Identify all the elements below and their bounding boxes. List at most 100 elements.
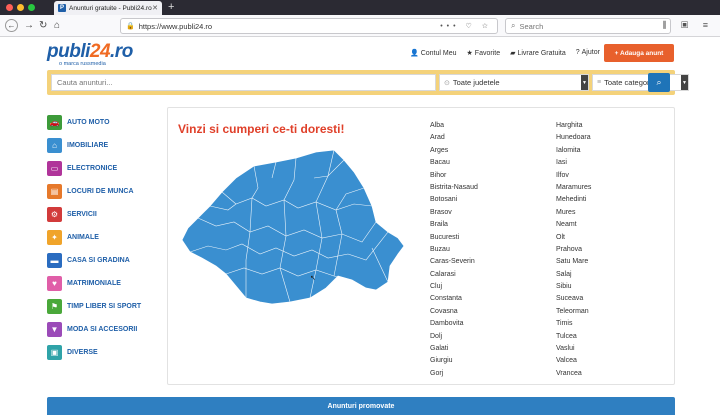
county-link[interactable]: Timis: [556, 318, 591, 330]
favicon-icon: P: [58, 4, 66, 12]
category-auto-moto[interactable]: 🚗 Auto Moto: [47, 111, 162, 134]
category-electronice[interactable]: ▭ Electronice: [47, 157, 162, 180]
home-button[interactable]: ⌂: [54, 20, 60, 32]
page-actions-icon[interactable]: ••• ♡ ☆: [440, 22, 492, 30]
truck-icon: ▰: [510, 50, 516, 57]
house-icon: ⌂: [47, 138, 62, 153]
shirt-icon: ▼: [47, 322, 62, 337]
ad-search-input[interactable]: [51, 74, 436, 91]
maximize-window-button[interactable]: [28, 4, 35, 11]
category-servicii[interactable]: ⚙ Servicii: [47, 203, 162, 226]
monitor-icon: ▭: [47, 161, 62, 176]
category-casa-si-gradina[interactable]: ▬ Casa si gradina: [47, 249, 162, 272]
county-link[interactable]: Hunedoara: [556, 132, 591, 144]
county-link[interactable]: Suceava: [556, 293, 591, 305]
county-link[interactable]: Gorj: [430, 368, 478, 380]
close-window-button[interactable]: [6, 4, 13, 11]
browser-tab-bar: P Anunturi gratuite - Publi24.ro ✕ +: [0, 0, 720, 15]
county-link[interactable]: Tulcea: [556, 331, 591, 343]
header-link-help[interactable]: ? Ajutor: [576, 49, 600, 57]
county-link[interactable]: Olt: [556, 232, 591, 244]
county-link[interactable]: Iasi: [556, 157, 591, 169]
box-icon: ▣: [47, 345, 62, 360]
county-link[interactable]: Braila: [430, 219, 478, 231]
category-matrimoniale[interactable]: ♥ Matrimoniale: [47, 272, 162, 295]
romania-map[interactable]: ↖: [176, 148, 411, 308]
county-list-right: Harghita Hunedoara Ialomita Iasi Ilfov M…: [556, 120, 591, 380]
county-link[interactable]: Bucuresti: [430, 232, 478, 244]
browser-search-bar[interactable]: ⌕: [505, 18, 671, 34]
county-link[interactable]: Prahova: [556, 244, 591, 256]
chevron-down-icon: ▼: [681, 75, 688, 90]
county-link[interactable]: Botosani: [430, 194, 478, 206]
county-link[interactable]: Maramures: [556, 182, 591, 194]
county-link[interactable]: Valcea: [556, 355, 591, 367]
category-moda[interactable]: ▼ Moda si accesorii: [47, 318, 162, 341]
category-animale[interactable]: ✦ Animale: [47, 226, 162, 249]
browser-search-input[interactable]: [519, 21, 660, 31]
site-logo[interactable]: publi24.ro o marca russmedia: [47, 42, 133, 68]
category-imobiliare[interactable]: ⌂ Imobiliare: [47, 134, 162, 157]
county-link[interactable]: Arges: [430, 145, 478, 157]
county-link[interactable]: Arad: [430, 132, 478, 144]
county-link[interactable]: Sibiu: [556, 281, 591, 293]
location-icon: ⊙: [444, 79, 450, 87]
category-select[interactable]: ≡ Toate categoriile ▼: [592, 74, 689, 91]
county-link[interactable]: Cluj: [430, 281, 478, 293]
romania-map-shape[interactable]: [181, 149, 405, 305]
county-link[interactable]: Alba: [430, 120, 478, 132]
county-select[interactable]: ⊙ Toate judetele ▼: [439, 74, 589, 91]
county-link[interactable]: Mures: [556, 207, 591, 219]
category-timp-liber[interactable]: ⚑ Timp liber si sport: [47, 295, 162, 318]
county-link[interactable]: Dolj: [430, 331, 478, 343]
header-link-delivery[interactable]: ▰ Livrare Gratuita: [510, 49, 566, 57]
county-link[interactable]: Ialomita: [556, 145, 591, 157]
county-link[interactable]: Buzau: [430, 244, 478, 256]
county-link[interactable]: Giurgiu: [430, 355, 478, 367]
category-diverse[interactable]: ▣ Diverse: [47, 341, 162, 364]
county-link[interactable]: Dambovita: [430, 318, 478, 330]
county-link[interactable]: Covasna: [430, 306, 478, 318]
toolbar-icons[interactable]: ⫼ ▣ ≡: [662, 20, 714, 31]
minimize-window-button[interactable]: [17, 4, 24, 11]
county-link[interactable]: Vrancea: [556, 368, 591, 380]
promoted-ads-bar[interactable]: Anunturi promovate: [47, 397, 675, 415]
add-ad-button[interactable]: + Adauga anunt: [604, 44, 674, 62]
page-headline: Vinzi si cumperi ce-ti doresti!: [178, 122, 345, 136]
new-tab-button[interactable]: +: [168, 1, 174, 14]
lock-icon: 🔒: [126, 23, 135, 30]
county-link[interactable]: Bacau: [430, 157, 478, 169]
county-link[interactable]: Caras-Severin: [430, 256, 478, 268]
close-tab-icon[interactable]: ✕: [152, 4, 158, 12]
county-link[interactable]: Harghita: [556, 120, 591, 132]
county-link[interactable]: Neamt: [556, 219, 591, 231]
county-link[interactable]: Teleorman: [556, 306, 591, 318]
search-button[interactable]: ⌕: [648, 73, 670, 92]
county-link[interactable]: Ilfov: [556, 170, 591, 182]
tab-title: Anunturi gratuite - Publi24.ro: [69, 4, 152, 12]
county-link[interactable]: Bihor: [430, 170, 478, 182]
county-link[interactable]: Vaslui: [556, 343, 591, 355]
county-link[interactable]: Constanta: [430, 293, 478, 305]
header-link-favorites[interactable]: ★ Favorite: [467, 49, 501, 57]
county-link[interactable]: Galati: [430, 343, 478, 355]
header-link-account[interactable]: 👤 Contul Meu: [410, 49, 457, 57]
county-link[interactable]: Brasov: [430, 207, 478, 219]
list-icon: ≡: [597, 79, 602, 86]
county-link[interactable]: Mehedinti: [556, 194, 591, 206]
county-link[interactable]: Calarasi: [430, 269, 478, 281]
user-icon: 👤: [410, 50, 419, 57]
browser-nav-bar: ← → ↻ ⌂ 🔒 https://www.publi24.ro ••• ♡ ☆…: [0, 15, 720, 37]
back-button[interactable]: ←: [5, 19, 18, 32]
category-locuri-de-munca[interactable]: ▤ Locuri de munca: [47, 180, 162, 203]
browser-tab[interactable]: P Anunturi gratuite - Publi24.ro ✕: [54, 1, 162, 15]
url-bar[interactable]: 🔒 https://www.publi24.ro ••• ♡ ☆: [120, 18, 498, 34]
county-link[interactable]: Salaj: [556, 269, 591, 281]
chevron-down-icon: ▼: [581, 75, 588, 90]
county-link[interactable]: Satu Mare: [556, 256, 591, 268]
reload-button[interactable]: ↻: [39, 20, 47, 32]
search-icon: ⌕: [511, 21, 516, 30]
paint-roller-icon: ▬: [47, 253, 62, 268]
county-link[interactable]: Bistrita-Nasaud: [430, 182, 478, 194]
forward-button[interactable]: →: [24, 20, 34, 32]
